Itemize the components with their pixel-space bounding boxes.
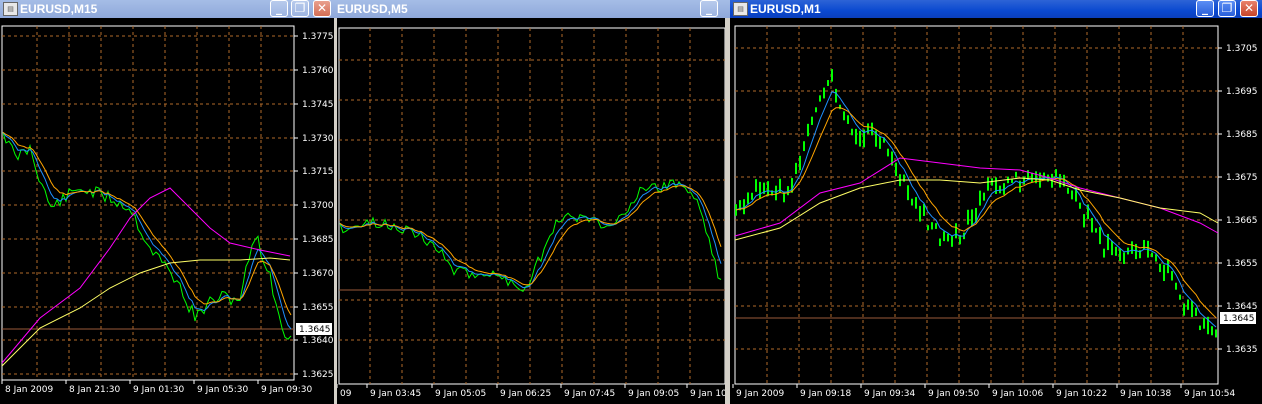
price-tick-label: 1.3705	[1226, 44, 1258, 54]
time-tick-label: 9 Jan 07:45	[564, 389, 615, 399]
time-tick-label: 9 Jan 09:18	[800, 389, 852, 399]
close-icon: ✕	[1243, 1, 1255, 15]
close-button[interactable]: ✕	[313, 0, 331, 17]
price-line	[2, 132, 292, 340]
price-tick-label: 1.3655	[302, 303, 334, 313]
time-tick-label: 8 Jan 2009	[5, 385, 53, 395]
chart-canvas-m1[interactable]: 1.3705 1.3695 1.3685 1.3675 1.3665 1.3655 1.36…	[730, 18, 1262, 404]
close-button[interactable]: ✕	[1240, 0, 1258, 17]
ma-slow-line	[1, 187, 291, 364]
restore-button[interactable]: ❐	[291, 0, 309, 17]
price-tick-label: 1.3655	[1226, 259, 1258, 269]
plot-frame	[338, 27, 726, 385]
plot-frame	[1, 25, 295, 381]
time-tick-label: 9 Jan 01:30	[133, 385, 185, 395]
chart-canvas-m15[interactable]: 1.3775 1.3760 1.3745 1.3730 1.3715 1.3700 1.36…	[0, 18, 337, 404]
window-title: EURUSD,M15	[20, 2, 98, 16]
titlebar-m15[interactable]: ▤ EURUSD,M15 _ ❐ ✕	[0, 0, 337, 18]
chart-window-m5[interactable]: EURUSD,M5 _ 09 9 Jan 03:45 9 Jan 05:05 9 Ja…	[337, 0, 730, 404]
ma-fast-line	[339, 182, 722, 289]
minimize-icon: _	[1202, 1, 1208, 15]
chart-icon: ▤	[733, 2, 748, 16]
price-tick-label: 1.3775	[302, 32, 334, 42]
price-tick-label: 1.3695	[1226, 87, 1258, 97]
titlebar-m1[interactable]: ▤ EURUSD,M1 _ ❐ ✕	[730, 0, 1262, 18]
minimize-icon: _	[276, 1, 282, 15]
close-icon: ✕	[316, 1, 328, 15]
time-tick-label: 9 Jan 10:06	[992, 389, 1044, 399]
minimize-button[interactable]: _	[1196, 0, 1214, 17]
minimize-icon: _	[706, 1, 712, 15]
chart-icon: ▤	[3, 2, 18, 16]
price-tick-label: 1.3715	[302, 167, 334, 177]
price-tick-label: 1.3665	[1226, 216, 1258, 226]
time-tick-label: 09	[340, 389, 352, 399]
ma-long-line	[1, 257, 291, 367]
price-tick-label: 1.3685	[302, 235, 334, 245]
chart-canvas-m5[interactable]: 09 9 Jan 03:45 9 Jan 05:05 9 Jan 06:25 9 Jan…	[337, 18, 730, 404]
time-tick-label: 9 Jan 09:30	[261, 385, 313, 395]
time-tick-label: 9 Jan 09:50	[928, 389, 980, 399]
price-tick-label: 1.3760	[302, 66, 334, 76]
chart-window-m15[interactable]: ▤ EURUSD,M15 _ ❐ ✕ 1.3775 1.3760 1.3745 1.3…	[0, 0, 337, 404]
time-tick-label: 9 Jan 05:30	[197, 385, 249, 395]
ma-slow-line	[734, 157, 1219, 237]
price-tick-label: 1.3635	[1226, 345, 1258, 355]
minimize-button[interactable]: _	[700, 0, 718, 17]
time-tick-label: 9 Jan 10:22	[1056, 389, 1107, 399]
current-price-label: 1.3645	[1223, 314, 1255, 324]
price-tick-label: 1.3625	[302, 370, 334, 380]
restore-icon: ❐	[294, 1, 306, 15]
price-tick-label: 1.3645	[1226, 302, 1258, 312]
minimize-button[interactable]: _	[270, 0, 288, 17]
price-tick-label: 1.3675	[1226, 173, 1258, 183]
restore-button[interactable]: ❐	[1218, 0, 1236, 17]
window-title: EURUSD,M1	[750, 2, 821, 16]
time-tick-label: 9 Jan 10:54	[1184, 389, 1236, 399]
price-tick-label: 1.3670	[302, 269, 334, 279]
chart-window-m1[interactable]: ▤ EURUSD,M1 _ ❐ ✕ 1.3705 1.3695 1.3685 1.36…	[730, 0, 1262, 404]
window-title: EURUSD,M5	[337, 2, 408, 16]
price-tick-label: 1.3730	[302, 134, 334, 144]
time-tick-label: 9 Jan 05:05	[435, 389, 486, 399]
ma-fast-line	[2, 132, 292, 330]
price-tick-label: 1.3640	[302, 336, 334, 346]
time-tick-label: 9 Jan 2009	[736, 389, 784, 399]
time-tick-label: 8 Jan 21:30	[69, 385, 121, 395]
plot-frame	[734, 25, 1219, 385]
time-tick-label: 9 Jan 10:38	[1120, 389, 1172, 399]
current-price-label: 1.3645	[299, 325, 331, 335]
price-tick-label: 1.3685	[1226, 130, 1258, 140]
ma-mid-line	[2, 131, 292, 316]
time-tick-label: 9 Jan 09:05	[628, 389, 679, 399]
price-tick-label: 1.3700	[302, 201, 334, 211]
time-tick-label: 9 Jan 06:25	[500, 389, 551, 399]
price-tick-label: 1.3745	[302, 100, 334, 110]
restore-icon: ❐	[1221, 1, 1233, 15]
time-tick-label: 9 Jan 10:	[690, 389, 730, 399]
titlebar-m5[interactable]: EURUSD,M5 _	[337, 0, 730, 18]
time-tick-label: 9 Jan 09:34	[864, 389, 916, 399]
time-tick-label: 9 Jan 03:45	[370, 389, 421, 399]
